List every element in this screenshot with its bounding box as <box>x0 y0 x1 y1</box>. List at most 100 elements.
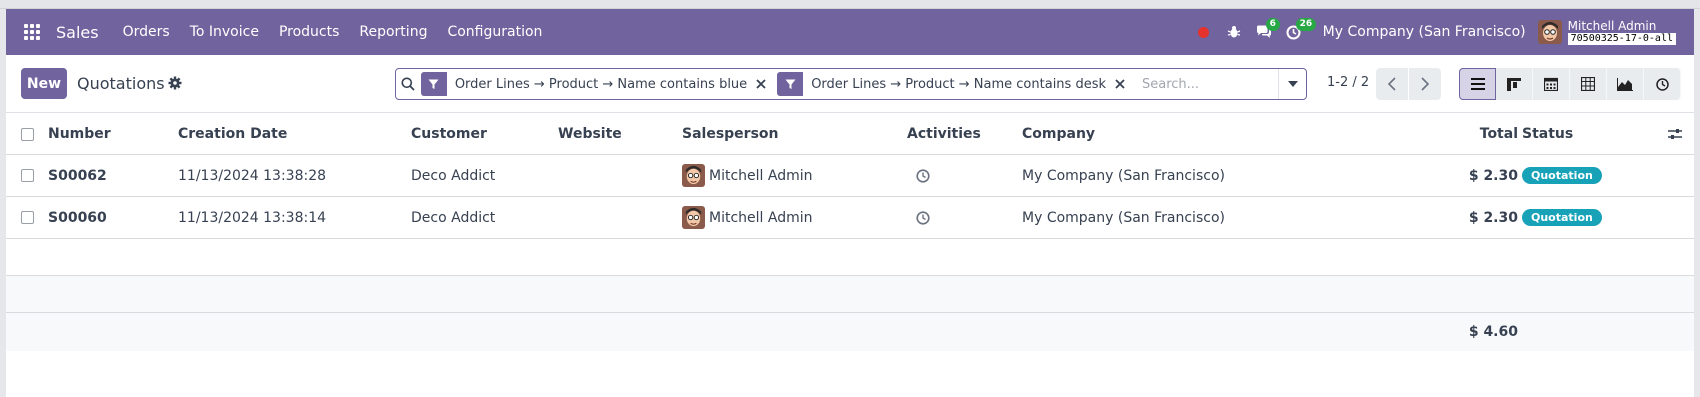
column-salesperson[interactable]: Salesperson <box>682 114 779 154</box>
pager-previous-button[interactable] <box>1376 68 1408 100</box>
sliders-icon <box>1668 129 1682 139</box>
record-button[interactable] <box>1190 9 1218 55</box>
search-bar: Order Lines → Product → Name contains bl… <box>395 68 1307 100</box>
cell-creation-date: 11/13/2024 13:38:14 <box>178 209 327 226</box>
row-checkbox[interactable] <box>21 169 34 182</box>
status-badge: Quotation <box>1522 167 1602 184</box>
user-avatar[interactable] <box>1537 20 1562 44</box>
cell-salesperson[interactable]: Mitchell Admin <box>682 197 813 238</box>
company-switcher[interactable]: My Company (San Francisco) <box>1323 24 1526 40</box>
list-icon <box>1470 78 1485 90</box>
salesperson-name: Mitchell Admin <box>709 209 813 226</box>
messages-button[interactable]: 6 <box>1250 9 1280 55</box>
salesperson-avatar <box>682 164 705 187</box>
user-menu[interactable]: Mitchell Admin 70500325-17-0-all <box>1567 18 1676 45</box>
debug-button[interactable] <box>1220 9 1248 55</box>
menu-configuration[interactable]: Configuration <box>437 9 552 55</box>
kanban-view-button[interactable] <box>1496 68 1533 100</box>
column-status[interactable]: Status <box>1522 114 1573 154</box>
select-all-checkbox[interactable] <box>21 127 34 141</box>
table-row[interactable]: S00060 11/13/2024 13:38:14 Deco Addict M… <box>6 197 1694 239</box>
cell-salesperson[interactable]: Mitchell Admin <box>682 155 813 196</box>
salesperson-name: Mitchell Admin <box>709 167 813 184</box>
menu-products[interactable]: Products <box>269 9 349 55</box>
grand-total: $ 4.60 <box>1468 324 1518 340</box>
table-header: Number Creation Date Customer Website Sa… <box>6 114 1694 155</box>
window: Sales Orders To Invoice Products Reporti… <box>0 0 1700 397</box>
activities-button[interactable]: 26 <box>1280 9 1317 55</box>
optional-columns-toggle[interactable] <box>1668 114 1682 154</box>
column-company[interactable]: Company <box>1022 114 1095 154</box>
pivot-view-button[interactable] <box>1570 68 1607 100</box>
search-facet: Order Lines → Product → Name contains de… <box>777 72 1128 96</box>
facet-value: Order Lines → Product → Name contains de… <box>811 76 1106 92</box>
calendar-icon <box>1544 77 1558 91</box>
table-icon <box>1581 77 1595 91</box>
remove-facet-close-icon[interactable] <box>1112 72 1128 96</box>
kanban-icon <box>1507 77 1521 91</box>
apps-grid-icon <box>24 24 40 40</box>
chevron-left-icon <box>1388 77 1396 91</box>
column-activities[interactable]: Activities <box>907 114 981 154</box>
search-icon <box>401 77 416 91</box>
row-checkbox[interactable] <box>21 211 34 224</box>
column-number[interactable]: Number <box>48 114 111 154</box>
cell-status: Quotation <box>1522 197 1602 238</box>
pager-value[interactable]: 1-2 / 2 <box>1327 75 1369 90</box>
navbar-systray: 6 26 My Company (San Francisco) Mitchell… <box>1189 9 1694 55</box>
remove-facet-close-icon[interactable] <box>753 72 769 96</box>
database-name: 70500325-17-0-all <box>1567 32 1676 45</box>
main-navbar: Sales Orders To Invoice Products Reporti… <box>6 9 1694 55</box>
select-all-checkbox-cell[interactable] <box>21 114 34 154</box>
caret-down-icon <box>1287 81 1298 87</box>
column-creation-date[interactable]: Creation Date <box>178 114 287 154</box>
browser-strip <box>0 0 1700 9</box>
empty-row <box>6 276 1694 313</box>
cell-number: S00060 <box>48 209 107 226</box>
cell-company: My Company (San Francisco) <box>1022 167 1225 184</box>
cell-number: S00062 <box>48 167 107 184</box>
search-options-toggle[interactable] <box>1278 69 1306 99</box>
filter-icon <box>777 72 804 96</box>
new-button[interactable]: New <box>21 68 67 99</box>
table-row[interactable]: S00062 11/13/2024 13:38:28 Deco Addict M… <box>6 155 1694 197</box>
user-name: Mitchell Admin <box>1567 18 1657 33</box>
pager-next-button[interactable] <box>1409 68 1441 100</box>
app-root: Sales Orders To Invoice Products Reporti… <box>6 9 1694 397</box>
filter-icon <box>420 72 447 96</box>
search-facet: Order Lines → Product → Name contains bl… <box>420 72 769 96</box>
messages-count-badge: 6 <box>1265 18 1280 31</box>
activity-clock-icon[interactable] <box>916 155 930 196</box>
graph-view-button[interactable] <box>1607 68 1644 100</box>
menu-reporting[interactable]: Reporting <box>349 9 437 55</box>
cell-customer: Deco Addict <box>411 209 496 226</box>
cell-status: Quotation <box>1522 155 1602 196</box>
cell-creation-date: 11/13/2024 13:38:28 <box>178 167 327 184</box>
view-switcher <box>1459 68 1681 100</box>
search-button[interactable] <box>396 77 421 91</box>
record-dot-icon <box>1198 26 1210 38</box>
quotations-list: Number Creation Date Customer Website Sa… <box>6 114 1694 351</box>
menu-orders[interactable]: Orders <box>113 9 180 55</box>
row-checkbox-cell[interactable] <box>21 197 34 238</box>
row-checkbox-cell[interactable] <box>21 155 34 196</box>
chevron-right-icon <box>1421 77 1429 91</box>
salesperson-avatar <box>682 206 705 229</box>
activity-clock-icon[interactable] <box>916 197 930 238</box>
facet-value: Order Lines → Product → Name contains bl… <box>454 76 748 92</box>
app-brand[interactable]: Sales <box>56 23 99 42</box>
column-website[interactable]: Website <box>558 114 622 154</box>
cell-customer: Deco Addict <box>411 167 496 184</box>
activity-view-button[interactable] <box>1644 68 1681 100</box>
calendar-view-button[interactable] <box>1533 68 1570 100</box>
area-chart-icon <box>1617 77 1633 91</box>
cell-total: $ 2.30 <box>1468 167 1518 184</box>
list-view-button[interactable] <box>1459 68 1496 100</box>
app-menu-button[interactable] <box>12 9 52 55</box>
column-total[interactable]: Total <box>1406 114 1518 154</box>
column-customer[interactable]: Customer <box>411 114 487 154</box>
gear-icon[interactable] <box>167 75 183 91</box>
menu-to-invoice[interactable]: To Invoice <box>180 9 269 55</box>
bug-icon <box>1227 26 1240 38</box>
status-badge: Quotation <box>1522 209 1602 226</box>
